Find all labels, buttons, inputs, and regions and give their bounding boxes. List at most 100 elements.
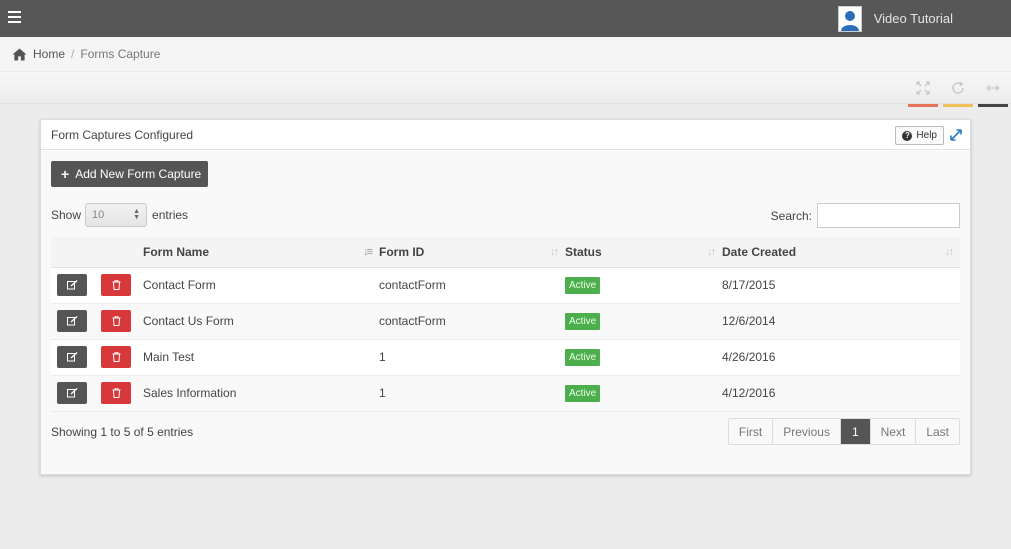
delete-button[interactable] xyxy=(101,382,131,404)
select-arrows-icon: ▲ ▼ xyxy=(133,208,141,221)
fullscreen-button[interactable] xyxy=(908,81,938,107)
delete-button[interactable] xyxy=(101,274,131,296)
panel-header: Form Captures Configured ? Help xyxy=(41,120,970,150)
refresh-accent-bar xyxy=(943,104,973,107)
table-row: Contact Us Form contactForm Active 12/6/… xyxy=(51,303,960,340)
cell-status: Active xyxy=(565,375,722,412)
trash-icon xyxy=(112,352,120,362)
cell-form-name: Sales Information xyxy=(143,375,379,412)
search-control: Search: xyxy=(771,203,960,228)
refresh-button[interactable] xyxy=(943,81,973,107)
fullscreen-accent-bar xyxy=(908,104,938,107)
delete-button[interactable] xyxy=(101,346,131,368)
collapse-button[interactable] xyxy=(978,81,1008,107)
page-length-value: 10 xyxy=(92,209,105,221)
cell-form-id: contactForm xyxy=(379,303,565,340)
status-badge: Active xyxy=(565,384,601,402)
collapse-arrows-icon xyxy=(986,85,1000,91)
panel-title: Form Captures Configured xyxy=(51,127,194,142)
row-actions xyxy=(51,339,143,376)
trash-icon xyxy=(112,388,120,398)
search-label: Search: xyxy=(770,208,812,223)
column-header-form-id[interactable]: Form ID ↓↑ xyxy=(379,237,565,268)
edit-icon xyxy=(66,352,77,362)
row-actions xyxy=(51,375,143,412)
trash-icon xyxy=(112,316,120,326)
row-actions xyxy=(51,303,143,340)
search-input[interactable] xyxy=(817,203,960,228)
cell-form-id: 1 xyxy=(379,375,565,412)
cell-form-name: Main Test xyxy=(143,339,379,376)
column-header-actions xyxy=(51,237,143,268)
help-button[interactable]: ? Help xyxy=(895,126,944,145)
sort-ascending-icon: ↓≡ xyxy=(363,246,373,258)
cell-status: Active xyxy=(565,303,722,340)
question-icon: ? xyxy=(902,130,913,141)
plus-icon: + xyxy=(61,166,70,182)
breadcrumb: Home / Forms Capture xyxy=(0,37,1011,71)
user-avatar-icon[interactable] xyxy=(837,5,862,32)
edit-icon xyxy=(66,280,77,290)
pager-next-button[interactable]: Next xyxy=(869,419,916,444)
table-row: Contact Form contactForm Active 8/17/201… xyxy=(51,267,960,304)
refresh-icon xyxy=(952,81,964,94)
collapse-accent-bar xyxy=(978,104,1008,107)
cell-form-name: Contact Form xyxy=(143,267,379,304)
status-badge: Active xyxy=(565,276,601,294)
row-actions xyxy=(51,267,143,304)
cell-date-created: 8/17/2015 xyxy=(722,267,960,304)
user-menu[interactable]: Video Tutorial xyxy=(837,0,1011,37)
edit-button[interactable] xyxy=(57,346,87,368)
user-name-label[interactable]: Video Tutorial xyxy=(874,11,953,26)
table-row: Sales Information 1 Active 4/12/2016 xyxy=(51,375,960,412)
expand-icon[interactable] xyxy=(950,129,962,141)
cell-date-created: 12/6/2014 xyxy=(722,303,960,340)
breadcrumb-separator: / xyxy=(71,47,75,61)
help-label: Help xyxy=(916,130,937,141)
column-header-form-name[interactable]: Form Name ↓≡ xyxy=(143,237,379,268)
column-header-status[interactable]: Status ↓↑ xyxy=(565,237,722,268)
status-badge: Active xyxy=(565,348,601,366)
status-badge: Active xyxy=(565,312,601,330)
table-info: Showing 1 to 5 of 5 entries xyxy=(51,425,194,439)
toolbar-strip xyxy=(0,72,1011,107)
add-form-capture-button[interactable]: + Add New Form Capture xyxy=(51,161,208,187)
pagination: First Previous 1 Next Last xyxy=(727,418,960,445)
breadcrumb-home-link[interactable]: Home xyxy=(33,47,65,61)
pager-first-button[interactable]: First xyxy=(728,419,773,444)
cell-date-created: 4/12/2016 xyxy=(722,375,960,412)
cell-date-created: 4/26/2016 xyxy=(722,339,960,376)
page-length-select[interactable]: 10 ▲ ▼ xyxy=(85,203,148,227)
edit-button[interactable] xyxy=(57,310,87,332)
panel-body: + Add New Form Capture Show 10 ▲ ▼ entrie… xyxy=(41,151,970,474)
delete-button[interactable] xyxy=(101,310,131,332)
add-button-label: Add New Form Capture xyxy=(75,167,202,181)
home-icon[interactable] xyxy=(12,47,27,61)
cell-form-id: contactForm xyxy=(379,267,565,304)
table-header-row: Form Name ↓≡ Form ID ↓↑ Status ↓↑ Date C… xyxy=(51,237,960,268)
cell-form-name: Contact Us Form xyxy=(143,303,379,340)
form-captures-table: Form Name ↓≡ Form ID ↓↑ Status ↓↑ Date C… xyxy=(51,237,960,412)
cell-status: Active xyxy=(565,267,722,304)
column-header-date-created[interactable]: Date Created ↓↑ xyxy=(722,237,960,268)
top-navbar: Video Tutorial xyxy=(0,0,1011,37)
hamburger-menu-icon[interactable] xyxy=(8,11,21,23)
entries-label: entries xyxy=(152,208,189,222)
show-label: Show xyxy=(51,208,82,222)
edit-button[interactable] xyxy=(57,382,87,404)
edit-button[interactable] xyxy=(57,274,87,296)
cell-status: Active xyxy=(565,339,722,376)
breadcrumb-current: Forms Capture xyxy=(80,47,161,61)
sort-icon: ↓↑ xyxy=(707,246,716,258)
pager-previous-button[interactable]: Previous xyxy=(772,419,840,444)
table-row: Main Test 1 Active 4/26/2016 xyxy=(51,339,960,376)
cell-form-id: 1 xyxy=(379,339,565,376)
pager-last-button[interactable]: Last xyxy=(915,419,959,444)
form-captures-panel: Form Captures Configured ? Help + Add Ne… xyxy=(40,119,971,475)
edit-icon xyxy=(66,388,77,398)
sort-icon: ↓↑ xyxy=(945,246,954,258)
trash-icon xyxy=(112,280,120,290)
page-length-control: Show 10 ▲ ▼ entries xyxy=(51,203,188,227)
fullscreen-icon xyxy=(916,81,930,95)
pager-page-1-button[interactable]: 1 xyxy=(839,419,870,444)
